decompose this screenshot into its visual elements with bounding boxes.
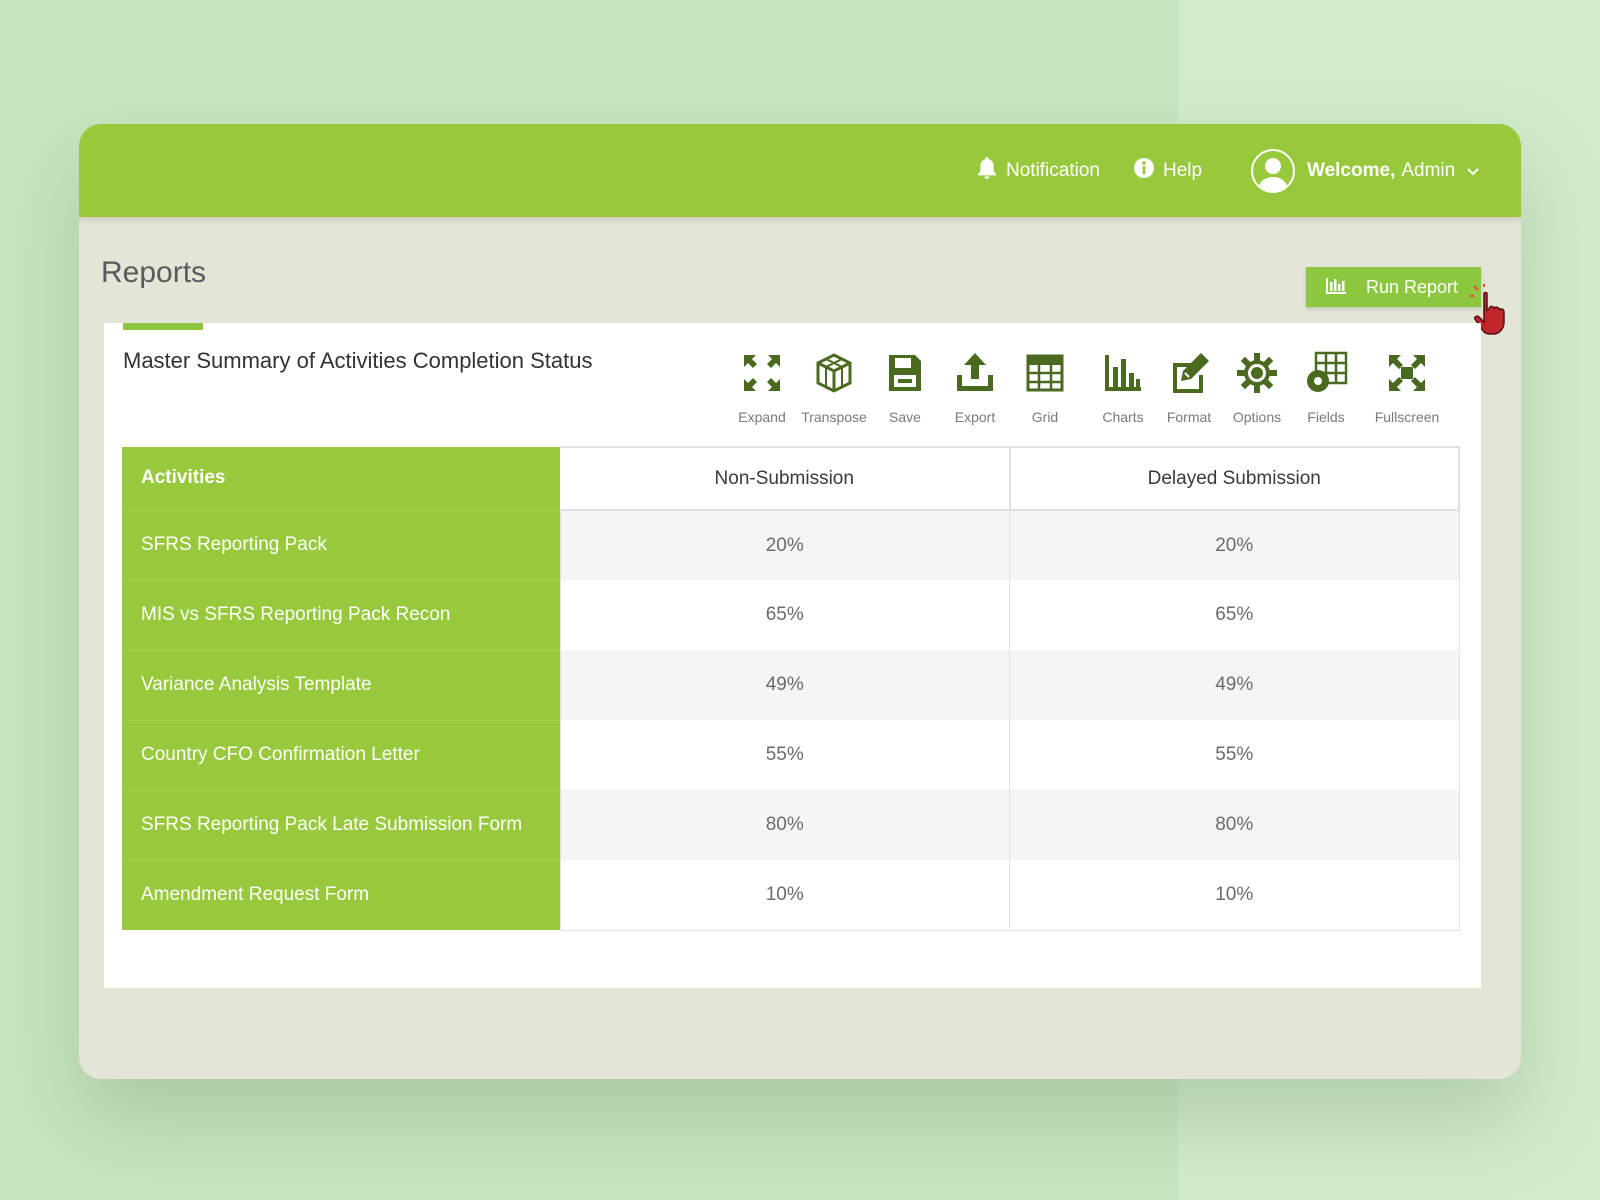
- fullscreen-label: Fullscreen: [1374, 409, 1440, 425]
- activity-cell: SFRS Reporting Pack: [122, 509, 560, 580]
- welcome-label: Welcome,: [1307, 159, 1396, 181]
- fields-label: Fields: [1307, 409, 1345, 425]
- help-link[interactable]: Help: [1133, 124, 1202, 217]
- bar-chart-icon: [1326, 276, 1346, 299]
- non-submission-cell: 65%: [559, 580, 1010, 650]
- non-submission-cell: 10%: [559, 860, 1010, 931]
- card-accent-bar: [123, 323, 203, 330]
- save-button[interactable]: Save: [867, 351, 943, 425]
- app-window: Notification Help Welcome, Admin Reports…: [79, 124, 1521, 1079]
- floppy-icon: [889, 355, 921, 391]
- gear-icon: [1237, 353, 1277, 393]
- notification-label: Notification: [1006, 159, 1100, 181]
- options-label: Options: [1232, 409, 1282, 425]
- delayed-submission-cell: 49%: [1009, 650, 1460, 720]
- user-name: Admin: [1401, 159, 1456, 181]
- delayed-submission-cell: 20%: [1009, 510, 1460, 580]
- notification-link[interactable]: Notification: [976, 124, 1100, 217]
- avatar: [1251, 148, 1295, 193]
- activity-cell: SFRS Reporting Pack Late Submission Form: [122, 789, 560, 860]
- info-icon: [1133, 157, 1155, 185]
- non-submission-cell: 49%: [559, 650, 1010, 720]
- column-header-non-submission[interactable]: Non-Submission: [560, 446, 1011, 511]
- grid-label: Grid: [1031, 409, 1059, 425]
- activity-cell: Country CFO Confirmation Letter: [122, 719, 560, 790]
- top-bar: Notification Help Welcome, Admin: [79, 124, 1521, 217]
- delayed-submission-cell: 10%: [1009, 860, 1460, 931]
- table-row: Country CFO Confirmation Letter 55% 55%: [122, 719, 1460, 790]
- grid-icon: [1026, 354, 1064, 392]
- expand-icon: [744, 355, 780, 391]
- report-table: Activities Non-Submission Delayed Submis…: [122, 446, 1460, 931]
- expand-label: Expand: [738, 409, 786, 425]
- charts-button[interactable]: Charts: [1085, 351, 1161, 425]
- column-header-delayed-submission[interactable]: Delayed Submission: [1009, 446, 1460, 511]
- export-label: Export: [954, 409, 996, 425]
- format-label: Format: [1166, 409, 1212, 425]
- report-card: Master Summary of Activities Completion …: [104, 323, 1481, 988]
- activity-cell: MIS vs SFRS Reporting Pack Recon: [122, 579, 560, 650]
- table-row: Amendment Request Form 10% 10%: [122, 859, 1460, 931]
- cube-icon: [816, 353, 852, 393]
- chevron-down-icon: [1467, 160, 1479, 182]
- delayed-submission-cell: 55%: [1009, 720, 1460, 790]
- save-label: Save: [889, 409, 921, 425]
- run-report-button[interactable]: Run Report: [1306, 267, 1481, 307]
- table-header-row: Activities Non-Submission Delayed Submis…: [122, 446, 1460, 511]
- table-row: Variance Analysis Template 49% 49%: [122, 649, 1460, 720]
- table-row: SFRS Reporting Pack Late Submission Form…: [122, 789, 1460, 860]
- non-submission-cell: 80%: [559, 790, 1010, 860]
- fields-icon: [1307, 351, 1348, 392]
- export-button[interactable]: Export: [937, 351, 1013, 425]
- grid-button[interactable]: Grid: [1007, 351, 1083, 425]
- pencil-icon: [1173, 353, 1209, 393]
- fullscreen-button[interactable]: Fullscreen: [1369, 351, 1445, 425]
- transpose-button[interactable]: Transpose: [796, 351, 872, 425]
- expand-button[interactable]: Expand: [724, 351, 800, 425]
- options-button[interactable]: Options: [1219, 351, 1295, 425]
- user-menu[interactable]: Welcome, Admin: [1251, 124, 1479, 217]
- page-title: Reports: [101, 256, 207, 289]
- non-submission-cell: 20%: [559, 510, 1010, 580]
- fields-button[interactable]: Fields: [1288, 351, 1364, 425]
- table-row: SFRS Reporting Pack 20% 20%: [122, 509, 1460, 580]
- table-row: MIS vs SFRS Reporting Pack Recon 65% 65%: [122, 579, 1460, 650]
- upload-icon: [957, 353, 993, 391]
- help-label: Help: [1163, 159, 1203, 181]
- column-header-activities[interactable]: Activities: [122, 447, 560, 510]
- format-button[interactable]: Format: [1151, 351, 1227, 425]
- report-toolbar: Expand Transpose Save Export Grid Charts: [104, 351, 1481, 431]
- delayed-submission-cell: 80%: [1009, 790, 1460, 860]
- delayed-submission-cell: 65%: [1009, 580, 1460, 650]
- run-report-label: Run Report: [1366, 276, 1459, 297]
- activity-cell: Amendment Request Form: [122, 859, 560, 930]
- non-submission-cell: 55%: [559, 720, 1010, 790]
- activity-cell: Variance Analysis Template: [122, 649, 560, 720]
- transpose-label: Transpose: [801, 409, 867, 425]
- bell-icon: [976, 156, 998, 186]
- charts-label: Charts: [1102, 409, 1144, 425]
- bar-chart-icon: [1105, 355, 1141, 391]
- fullscreen-icon: [1389, 355, 1425, 391]
